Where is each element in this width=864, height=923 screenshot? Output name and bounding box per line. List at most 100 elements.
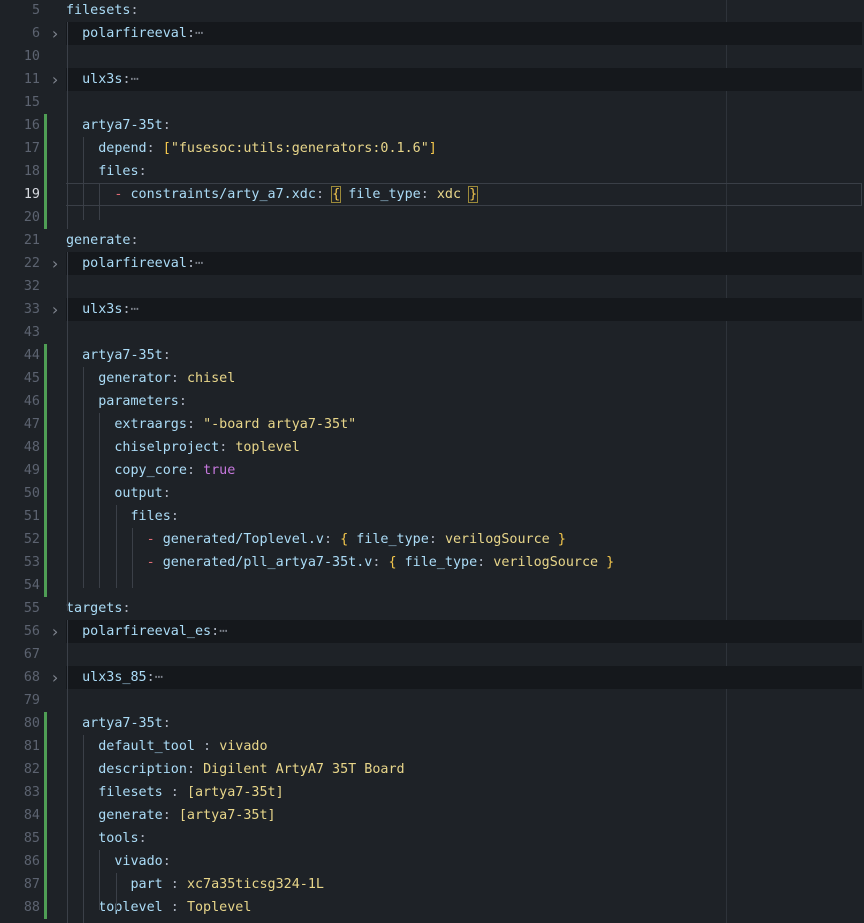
- code-text[interactable]: filesets:: [66, 0, 139, 22]
- code-text[interactable]: artya7-35t:: [66, 344, 171, 367]
- code-text[interactable]: part : xc7a35ticsg324-1L: [66, 873, 325, 896]
- code-line[interactable]: 45 generator: chisel: [0, 367, 864, 390]
- code-text[interactable]: ulx3s:⋯: [66, 298, 139, 321]
- line-number[interactable]: 54: [0, 574, 40, 597]
- code-text[interactable]: artya7-35t:: [66, 712, 171, 735]
- line-number[interactable]: 49: [0, 459, 40, 482]
- code-line[interactable]: 43: [0, 321, 864, 344]
- code-line[interactable]: 32: [0, 275, 864, 298]
- code-line[interactable]: 33 › ulx3s:⋯: [0, 298, 864, 321]
- code-line[interactable]: 47 extraargs: "-board artya7-35t": [0, 413, 864, 436]
- line-number[interactable]: 43: [0, 321, 40, 344]
- code-text[interactable]: - generated/Toplevel.v: { file_type: ver…: [66, 528, 566, 551]
- line-number[interactable]: 84: [0, 804, 40, 827]
- code-line[interactable]: 11 › ulx3s:⋯: [0, 68, 864, 91]
- line-number[interactable]: 20: [0, 206, 40, 229]
- line-number[interactable]: 81: [0, 735, 40, 758]
- code-text[interactable]: tools:: [66, 827, 146, 850]
- code-line[interactable]: 17 depend: ["fusesoc:utils:generators:0.…: [0, 137, 864, 160]
- code-line[interactable]: 48 chiselproject: toplevel: [0, 436, 864, 459]
- code-line[interactable]: 46 parameters:: [0, 390, 864, 413]
- code-line[interactable]: 85 tools:: [0, 827, 864, 850]
- line-number[interactable]: 6: [0, 22, 40, 45]
- line-number[interactable]: 83: [0, 781, 40, 804]
- code-line[interactable]: 21 generate:: [0, 229, 864, 252]
- code-line[interactable]: 16 artya7-35t:: [0, 114, 864, 137]
- code-line[interactable]: 86 vivado:: [0, 850, 864, 873]
- line-number[interactable]: 33: [0, 298, 40, 321]
- code-line[interactable]: 80 artya7-35t:: [0, 712, 864, 735]
- line-number[interactable]: 47: [0, 413, 40, 436]
- folded-ellipsis-icon[interactable]: ⋯: [195, 26, 203, 41]
- line-number[interactable]: 53: [0, 551, 40, 574]
- code-line[interactable]: 52 - generated/Toplevel.v: { file_type: …: [0, 528, 864, 551]
- code-line[interactable]: 82 description: Digilent ArtyA7 35T Boar…: [0, 758, 864, 781]
- code-text[interactable]: - generated/pll_artya7-35t.v: { file_typ…: [66, 551, 615, 574]
- code-text[interactable]: artya7-35t:: [66, 114, 171, 137]
- line-number[interactable]: 11: [0, 68, 40, 91]
- line-number[interactable]: 46: [0, 390, 40, 413]
- folded-ellipsis-icon[interactable]: ⋯: [155, 670, 163, 685]
- line-number[interactable]: 82: [0, 758, 40, 781]
- code-line[interactable]: 15: [0, 91, 864, 114]
- code-text[interactable]: toplevel : Toplevel: [66, 896, 251, 919]
- line-number[interactable]: 5: [0, 0, 40, 22]
- code-text[interactable]: targets:: [66, 597, 131, 620]
- chevron-right-icon[interactable]: ›: [50, 68, 60, 91]
- code-line[interactable]: 53 - generated/pll_artya7-35t.v: { file_…: [0, 551, 864, 574]
- code-line[interactable]: 81 default_tool : vivado: [0, 735, 864, 758]
- code-text[interactable]: ulx3s_85:⋯: [66, 666, 163, 689]
- code-line[interactable]: 68 › ulx3s_85:⋯: [0, 666, 864, 689]
- code-text[interactable]: polarfireeval_es:⋯: [66, 620, 227, 643]
- code-text[interactable]: output:: [66, 482, 170, 505]
- line-number[interactable]: 79: [0, 689, 40, 712]
- line-number[interactable]: 21: [0, 229, 40, 252]
- line-number[interactable]: 85: [0, 827, 40, 850]
- line-number[interactable]: 88: [0, 896, 40, 919]
- code-text[interactable]: polarfireeval:⋯: [66, 22, 203, 45]
- code-line[interactable]: 83 filesets : [artya7-35t]: [0, 781, 864, 804]
- code-text[interactable]: vivado:: [66, 850, 170, 873]
- code-text[interactable]: default_tool : vivado: [66, 735, 267, 758]
- code-line[interactable]: 22 › polarfireeval:⋯: [0, 252, 864, 275]
- git-added-bar[interactable]: [44, 712, 47, 919]
- code-text[interactable]: description: Digilent ArtyA7 35T Board: [66, 758, 404, 781]
- line-number[interactable]: 52: [0, 528, 40, 551]
- chevron-right-icon[interactable]: ›: [50, 22, 60, 45]
- folded-ellipsis-icon[interactable]: ⋯: [195, 256, 203, 271]
- line-number[interactable]: 17: [0, 137, 40, 160]
- line-number[interactable]: 50: [0, 482, 40, 505]
- code-text[interactable]: generator: chisel: [66, 367, 235, 390]
- code-line[interactable]: 56 › polarfireeval_es:⋯: [0, 620, 864, 643]
- folded-ellipsis-icon[interactable]: ⋯: [131, 302, 139, 317]
- folded-ellipsis-icon[interactable]: ⋯: [131, 72, 139, 87]
- code-line[interactable]: 6 › polarfireeval:⋯: [0, 22, 864, 45]
- line-number[interactable]: 68: [0, 666, 40, 689]
- code-line[interactable]: 5 filesets:: [0, 0, 864, 22]
- line-number[interactable]: 48: [0, 436, 40, 459]
- line-number[interactable]: 56: [0, 620, 40, 643]
- code-text[interactable]: generate: [artya7-35t]: [66, 804, 275, 827]
- chevron-right-icon[interactable]: ›: [50, 620, 60, 643]
- code-text[interactable]: files:: [66, 160, 146, 183]
- code-line[interactable]: 18 files:: [0, 160, 864, 183]
- code-editor[interactable]: 5 filesets: 6 › polarfireeval:⋯ 10 11 › ulx3s:…: [0, 0, 864, 923]
- line-number[interactable]: 67: [0, 643, 40, 666]
- line-number[interactable]: 16: [0, 114, 40, 137]
- chevron-right-icon[interactable]: ›: [50, 252, 60, 275]
- git-added-bar[interactable]: [44, 344, 47, 597]
- folded-ellipsis-icon[interactable]: ⋯: [219, 624, 227, 639]
- code-line[interactable]: 67: [0, 643, 864, 666]
- code-line[interactable]: 19 - constraints/arty_a7.xdc: { file_typ…: [0, 183, 864, 206]
- line-number[interactable]: 10: [0, 45, 40, 68]
- code-line[interactable]: 55 targets:: [0, 597, 864, 620]
- line-number[interactable]: 86: [0, 850, 40, 873]
- chevron-right-icon[interactable]: ›: [50, 298, 60, 321]
- code-text[interactable]: filesets : [artya7-35t]: [66, 781, 283, 804]
- line-number[interactable]: 19: [0, 183, 40, 206]
- code-line[interactable]: 87 part : xc7a35ticsg324-1L: [0, 873, 864, 896]
- code-text[interactable]: ulx3s:⋯: [66, 68, 139, 91]
- code-text[interactable]: generate:: [66, 229, 139, 252]
- code-text[interactable]: copy_core: true: [66, 459, 235, 482]
- code-line[interactable]: 44 artya7-35t:: [0, 344, 864, 367]
